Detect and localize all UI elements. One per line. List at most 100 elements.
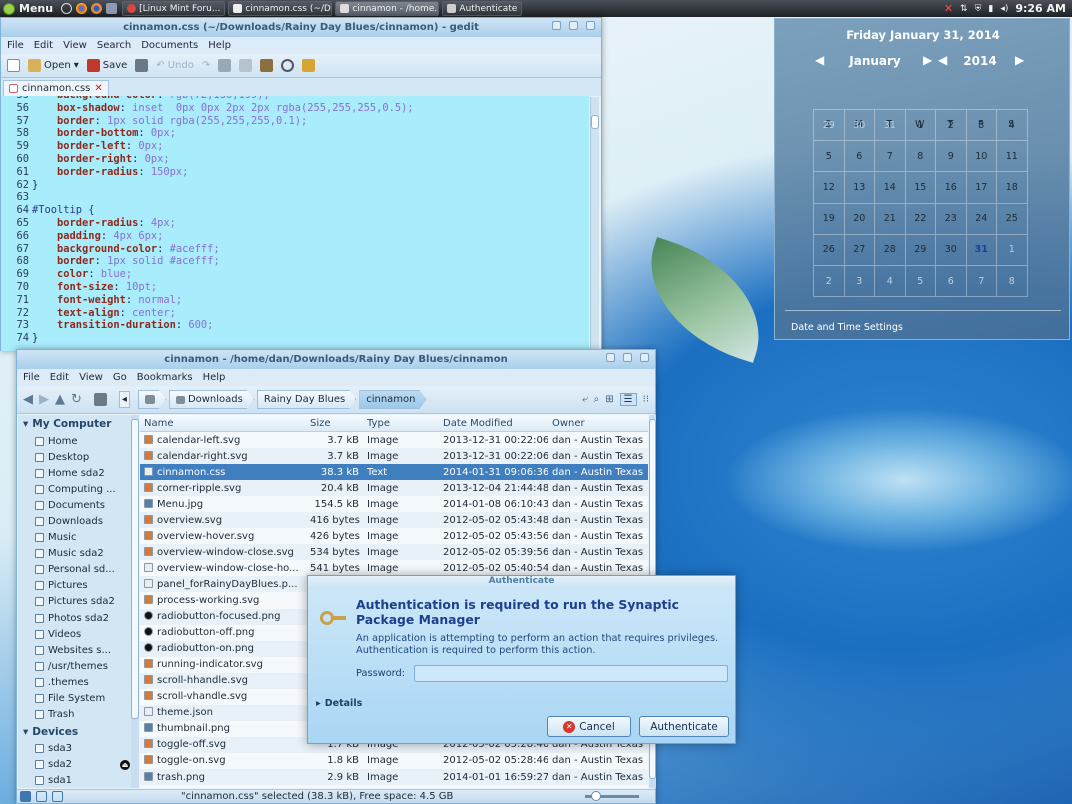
file-row[interactable]: overview-hover.svg 426 bytes Image 2012-05-…	[140, 528, 648, 544]
breadcrumb-downloads[interactable]: Downloads	[169, 390, 254, 409]
calendar-day[interactable]: 1	[997, 234, 1028, 266]
show-places-icon[interactable]	[20, 791, 31, 802]
calendar-day[interactable]: 9	[936, 141, 967, 173]
cancel-button[interactable]: ✕ Cancel	[547, 716, 631, 737]
menu-bookmarks[interactable]: Bookmarks	[137, 372, 193, 383]
calendar-day[interactable]: 8	[997, 265, 1028, 298]
volume-icon[interactable]: ◂)	[1000, 4, 1008, 14]
calendar-day[interactable]: 30	[936, 234, 967, 266]
column-date-modified[interactable]: Date Modified	[439, 418, 548, 429]
column-owner[interactable]: Owner	[548, 418, 648, 429]
calendar-day[interactable]: 3	[966, 110, 997, 142]
redo-icon[interactable]: ↷	[202, 60, 210, 71]
sidebar-item[interactable]: /usr/themes	[18, 658, 132, 674]
maximize-button[interactable]	[623, 353, 632, 362]
calendar-day[interactable]: 21	[875, 203, 906, 235]
column-type[interactable]: Type	[363, 418, 439, 429]
calendar-day[interactable]: 24	[966, 203, 997, 235]
calendar-day[interactable]: 2	[936, 110, 967, 142]
calendar-day[interactable]: 7	[966, 265, 997, 298]
zoom-slider[interactable]	[585, 791, 639, 801]
sidebar-device[interactable]: sda2 ⏏	[18, 757, 132, 773]
calendar-day[interactable]: 14	[875, 172, 906, 204]
search-icon[interactable]	[281, 59, 295, 72]
cut-icon[interactable]	[218, 59, 232, 72]
show-treeview-icon[interactable]	[36, 791, 47, 802]
calendar-day[interactable]: 20	[844, 203, 875, 235]
menu-go[interactable]: Go	[113, 372, 127, 383]
details-expander[interactable]: ▸ Details	[316, 698, 362, 709]
open-button[interactable]: Open ▾	[28, 59, 79, 72]
file-row[interactable]: calendar-right.svg 3.7 kB Image 2013-12-31 …	[140, 448, 648, 465]
zoom-slider-knob[interactable]	[591, 791, 601, 801]
hide-sidebar-icon[interactable]	[52, 791, 63, 802]
firefox-icon[interactable]	[91, 3, 103, 14]
file-row[interactable]: trash.png 2.9 kB Image 2014-01-01 16:59:27 d…	[140, 768, 648, 786]
file-row[interactable]: toggle-on.svg 1.8 kB Image 2012-05-02 05:28…	[140, 753, 648, 769]
calendar-day[interactable]: 2	[814, 265, 845, 298]
column-size[interactable]: Size	[306, 418, 363, 429]
menu-view[interactable]: View	[79, 372, 103, 383]
sidebar-section-devices[interactable]: ▾ Devices	[18, 723, 132, 741]
undo-button[interactable]: ↶ Undo	[156, 60, 194, 71]
menu-file[interactable]: File	[7, 40, 24, 51]
sidebar-item[interactable]: Personal sd...	[18, 562, 132, 578]
calendar-day[interactable]: 7	[875, 141, 906, 173]
file-row[interactable]: overview-window-close-ho... 541 bytes Imag…	[140, 560, 648, 576]
sidebar-scrollbar[interactable]	[131, 415, 139, 788]
network-icon[interactable]: ⇅	[960, 4, 968, 14]
back-icon[interactable]: ◀	[23, 392, 33, 407]
calendar-day[interactable]: 25	[997, 203, 1028, 235]
task-forum[interactable]: [Linux Mint Foru...	[122, 1, 226, 16]
close-x-icon[interactable]: ✕	[944, 2, 953, 15]
next-year-button[interactable]: ▶	[1015, 53, 1024, 67]
prev-year-button[interactable]: ◀	[938, 53, 947, 67]
sidebar-item[interactable]: Photos sda2	[18, 610, 132, 626]
chevron-down-icon[interactable]: ▾	[74, 60, 79, 71]
calendar-day[interactable]: 12	[814, 172, 845, 204]
close-button[interactable]	[586, 21, 595, 30]
calendar-day[interactable]: 19	[814, 203, 845, 235]
calendar-day[interactable]: 17	[966, 172, 997, 204]
menu-view[interactable]: View	[63, 40, 87, 51]
calendar-day-today[interactable]: 31	[966, 234, 997, 266]
up-icon[interactable]: ▲	[55, 392, 65, 407]
minimize-button[interactable]	[606, 353, 615, 362]
maximize-button[interactable]	[569, 21, 578, 30]
calendar-day[interactable]: 18	[997, 172, 1028, 204]
authenticate-button[interactable]: Authenticate	[639, 716, 729, 737]
calendar-day[interactable]: 30	[844, 110, 875, 142]
sidebar-item[interactable]: Desktop	[18, 449, 132, 465]
computer-icon[interactable]	[93, 393, 107, 406]
path-left-arrow-icon[interactable]: ◂	[118, 391, 130, 408]
menu-documents[interactable]: Documents	[141, 40, 198, 51]
calendar-day[interactable]: 4	[875, 265, 906, 298]
replace-icon[interactable]	[302, 59, 316, 72]
calendar-day[interactable]: 26	[814, 234, 845, 266]
zoom-icon[interactable]: ⌕	[594, 394, 600, 405]
prev-month-button[interactable]: ◀	[815, 53, 824, 67]
wand-icon[interactable]	[106, 3, 118, 14]
calendar-day[interactable]: 29	[905, 234, 936, 266]
toggle-location-icon[interactable]: ⤶	[582, 394, 588, 405]
sidebar-item[interactable]: Music	[18, 530, 132, 546]
menu-file[interactable]: File	[23, 372, 40, 383]
sidebar-scrollbar-thumb[interactable]	[131, 419, 139, 719]
breadcrumb-home[interactable]	[138, 390, 166, 409]
calendar-day[interactable]: 31	[875, 110, 906, 142]
file-row[interactable]: calendar-left.svg 3.7 kB Image 2013-12-31 0…	[140, 432, 648, 448]
password-input[interactable]	[414, 665, 728, 682]
sidebar-item[interactable]: Pictures sda2	[18, 594, 132, 610]
sidebar-item[interactable]: Videos	[18, 626, 132, 642]
forward-icon[interactable]: ▶	[39, 392, 49, 407]
sidebar-item[interactable]: Computing ...	[18, 481, 132, 497]
calendar-day[interactable]: 29	[814, 110, 845, 142]
file-row[interactable]: overview-window-close.svg 534 bytes Image 2…	[140, 544, 648, 561]
minimize-button[interactable]	[552, 21, 561, 30]
print-icon[interactable]	[135, 59, 149, 72]
gedit-titlebar[interactable]: cinnamon.css (~/Downloads/Rainy Day Blue…	[1, 18, 601, 37]
sidebar-item[interactable]: Pictures	[18, 578, 132, 594]
menu-help[interactable]: Help	[203, 372, 226, 383]
document-tab[interactable]: cinnamon.css ✕	[3, 80, 109, 96]
code-editor[interactable]: 55 background-color: rgb(72,138,199);56 …	[1, 96, 589, 351]
